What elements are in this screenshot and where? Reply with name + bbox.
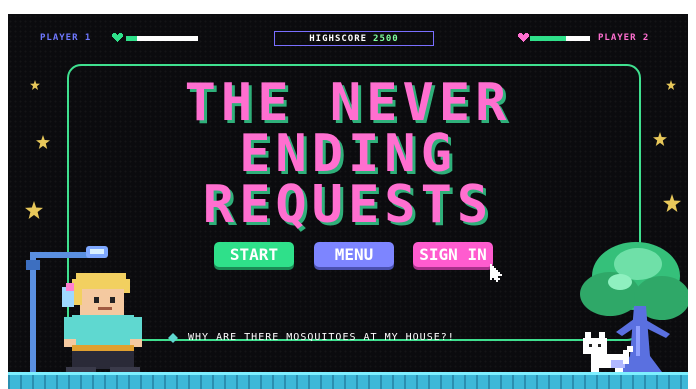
menu-button[interactable]: MENU [314, 242, 394, 267]
sign-in-button[interactable]: SIGN IN [413, 242, 493, 267]
player1-heart-icon [112, 33, 123, 42]
player2-health-bar [530, 36, 590, 41]
title-line-3: REQUESTS [202, 175, 494, 235]
player2-health-fill [530, 36, 566, 41]
player1-health-bar [126, 36, 198, 41]
highscore-box: HIGHSCORE 2500 [274, 31, 434, 46]
highscore-label: HIGHSCORE [309, 33, 368, 44]
title-line-1: THE NEVER [184, 73, 512, 133]
diamond-icon [168, 332, 178, 343]
player1-label: PLAYER 1 [40, 33, 92, 43]
news-ticker: WHY ARE THERE MOSQUITOES AT MY HOUSE?! [168, 332, 455, 343]
ground [8, 375, 688, 389]
start-button[interactable]: START [214, 242, 294, 267]
highscore-value: 2500 [373, 33, 399, 44]
cat-illustration [583, 332, 633, 372]
hero-character-illustration [62, 273, 142, 375]
title-line-2: ENDING [239, 124, 457, 184]
cursor-arrow-icon [490, 264, 502, 282]
player1-health-fill [126, 36, 137, 41]
game-screen: PLAYER 1 HIGHSCORE 2500 PLAYER 2 THE NEV… [8, 14, 688, 389]
player2-label: PLAYER 2 [598, 33, 650, 43]
ticker-text: WHY ARE THERE MOSQUITOES AT MY HOUSE?! [188, 332, 455, 343]
player2-heart-icon [518, 33, 529, 42]
